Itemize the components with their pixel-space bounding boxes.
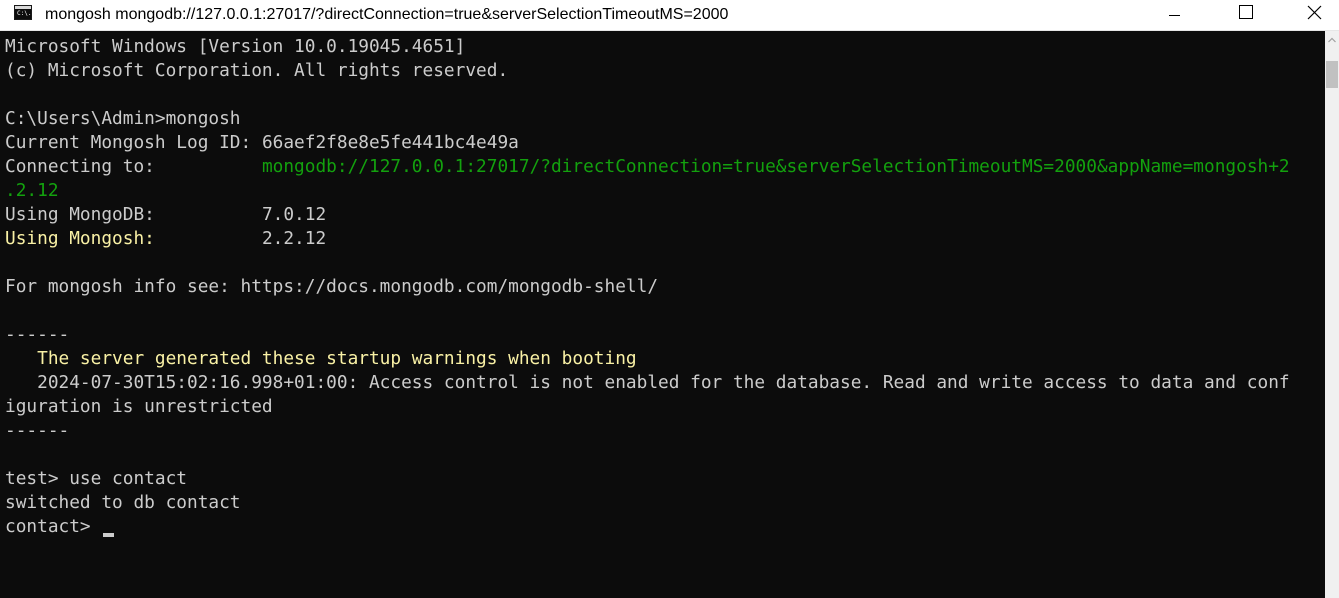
cmd-icon-glyph: C:\. (17, 10, 32, 17)
info-line: For mongosh info see: https://docs.mongo… (5, 276, 659, 297)
close-icon (1307, 5, 1322, 20)
log-id-line: Current Mongosh Log ID: 66aef2f8e8e5fe44… (5, 131, 519, 155)
mongodb-version: 7.0.12 (261, 204, 327, 225)
current-prompt[interactable]: contact> (5, 515, 101, 539)
mongosh-label: Using Mongosh: (5, 228, 155, 249)
vertical-scrollbar[interactable] (1325, 31, 1339, 598)
text-cursor (103, 533, 114, 537)
window-title: mongosh mongodb://127.0.0.1:27017/?direc… (45, 6, 729, 23)
maximize-icon (1239, 5, 1253, 19)
cmd-icon[interactable]: C:\. (14, 5, 32, 20)
maximize-button[interactable] (1221, 0, 1267, 30)
command-line: C:\Users\Admin>mongosh (5, 108, 241, 129)
separator-bottom: ------ (5, 420, 70, 441)
title-bar[interactable]: C:\. mongosh mongodb://127.0.0.1:27017/?… (0, 0, 1339, 31)
warning-line: 2024-07-30T15:02:16.998+01:00: Access co… (5, 372, 1290, 393)
console-output[interactable]: Microsoft Windows [Version 10.0.19045.46… (0, 31, 1325, 598)
scroll-up-arrow-icon (1328, 37, 1336, 43)
log-id-value: 66aef2f8e8e5fe441bc4e49a (261, 132, 519, 153)
connecting-label: Connecting to: (5, 156, 262, 177)
mongosh-version: 2.2.12 (261, 228, 327, 249)
copyright-line: (c) Microsoft Corporation. All rights re… (5, 60, 509, 81)
mongosh-version-line: Using Mongosh: 2.2.12 (5, 227, 326, 251)
mongosh-pad (155, 228, 262, 249)
windows-version-line: Microsoft Windows [Version 10.0.19045.46… (5, 36, 466, 57)
log-id-label: Current Mongosh Log ID: (5, 132, 262, 153)
connection-string-wrap: .2.12 (5, 180, 59, 201)
minimize-icon (1169, 15, 1180, 16)
warning-line-wrap: iguration is unrestricted (5, 396, 273, 417)
minimize-button[interactable] (1151, 0, 1197, 30)
terminal-window: C:\. mongosh mongodb://127.0.0.1:27017/?… (0, 0, 1339, 598)
connection-string: mongodb://127.0.0.1:27017/?directConnect… (261, 156, 1290, 177)
use-command-line: test> use contact (5, 468, 187, 489)
scroll-up-button[interactable] (1325, 31, 1339, 48)
connecting-line: Connecting to: mongodb://127.0.0.1:27017… (5, 155, 1290, 179)
warning-heading: The server generated these startup warni… (5, 348, 637, 369)
switched-db-line: switched to db contact (5, 492, 241, 513)
separator-top: ------ (5, 324, 70, 345)
mongodb-label: Using MongoDB: (5, 204, 262, 225)
mongodb-version-line: Using MongoDB: 7.0.12 (5, 203, 326, 227)
scroll-thumb[interactable] (1326, 61, 1338, 88)
close-button[interactable] (1292, 0, 1338, 30)
